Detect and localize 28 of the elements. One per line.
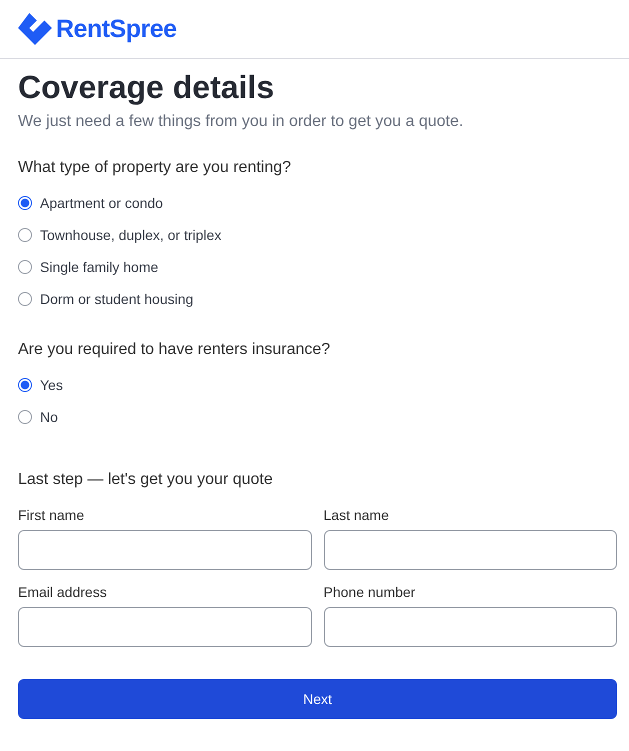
field-label: Email address	[18, 584, 108, 600]
input-field[interactable]	[18, 607, 312, 647]
brand-name[interactable]: RentSpree	[56, 14, 177, 44]
input-field[interactable]	[324, 607, 617, 647]
section-heading: Last step — let's get you your quote	[18, 470, 274, 490]
radio-button[interactable]	[18, 378, 32, 392]
radio-button[interactable]	[18, 196, 32, 210]
logo-icon	[18, 13, 52, 45]
input-field[interactable]	[324, 530, 617, 570]
option-label[interactable]: Apartment or condo	[40, 195, 163, 211]
next-button[interactable]: Next	[18, 679, 617, 719]
option-label[interactable]: Yes	[40, 377, 63, 393]
field-label: First name	[18, 507, 86, 523]
radio-button[interactable]	[18, 228, 32, 242]
option-label[interactable]: No	[40, 409, 58, 425]
input-field[interactable]	[18, 530, 312, 570]
option-label[interactable]: Dorm or student housing	[40, 291, 194, 307]
question-label: Are you required to have renters insurance?	[18, 340, 332, 360]
radio-button[interactable]	[18, 260, 32, 274]
subtitle: We just need a few things from you in order to get you a quote.	[18, 112, 464, 132]
option-label[interactable]: Single family home	[40, 259, 158, 275]
field-label: Last name	[324, 507, 390, 523]
page-title: Coverage details	[18, 68, 276, 107]
option-label[interactable]: Townhouse, duplex, or triplex	[40, 227, 222, 243]
field-label: Phone number	[324, 584, 416, 600]
radio-button[interactable]	[18, 410, 32, 424]
question-label: What type of property are you renting?	[18, 158, 292, 178]
radio-button[interactable]	[18, 292, 32, 306]
